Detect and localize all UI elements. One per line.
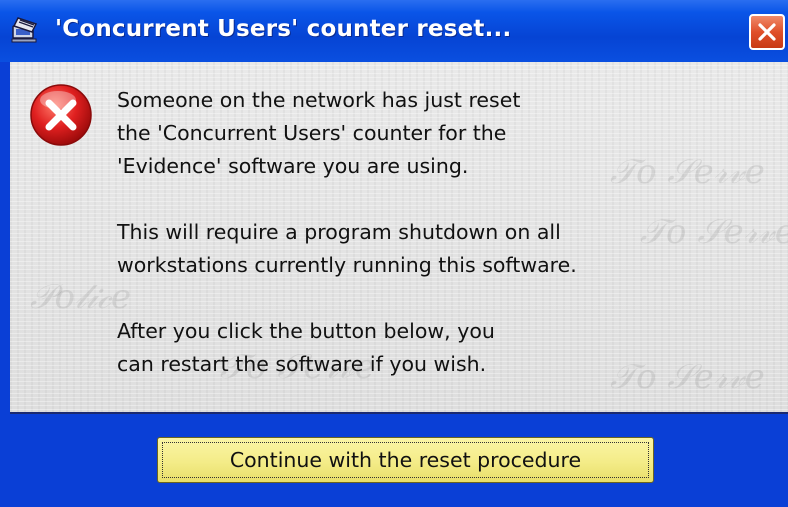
message-line: the 'Concurrent Users' counter for the [117, 121, 507, 145]
dialog-window: 'Concurrent Users' counter reset... 𝒯𝑜 𝒮… [0, 0, 788, 507]
title-bar[interactable]: 'Concurrent Users' counter reset... [0, 0, 788, 62]
message-line: can restart the software if you wish. [117, 352, 487, 376]
message-area: 𝒯𝑜 𝒮𝑒𝓇𝓋𝑒 𝒯𝑜 𝒮𝑒𝓇𝓋𝑒 𝒫𝑜𝓁𝒾𝒸𝑒 𝒯𝑜 𝒮𝑒𝓇𝓋𝑒 𝒯𝑜 𝒮𝑒𝓇… [10, 62, 788, 414]
message-line: workstations currently running this soft… [117, 253, 577, 277]
message-line: 'Evidence' software you are using. [117, 154, 469, 178]
network-computers-icon [11, 17, 38, 43]
background-texture: 𝒫𝑜𝓁𝒾𝒸𝑒 [30, 277, 132, 317]
window-title: 'Concurrent Users' counter reset... [55, 16, 512, 42]
message-text: Someone on the network has just reset th… [117, 84, 677, 381]
close-button[interactable] [749, 14, 785, 50]
message-line: After you click the button below, you [117, 319, 495, 343]
message-line: This will require a program shutdown on … [117, 220, 561, 244]
continue-reset-button[interactable]: Continue with the reset procedure [157, 437, 654, 483]
continue-button-label: Continue with the reset procedure [229, 448, 582, 472]
message-line: Someone on the network has just reset [117, 88, 521, 112]
close-icon [758, 23, 776, 41]
error-icon [30, 84, 92, 146]
